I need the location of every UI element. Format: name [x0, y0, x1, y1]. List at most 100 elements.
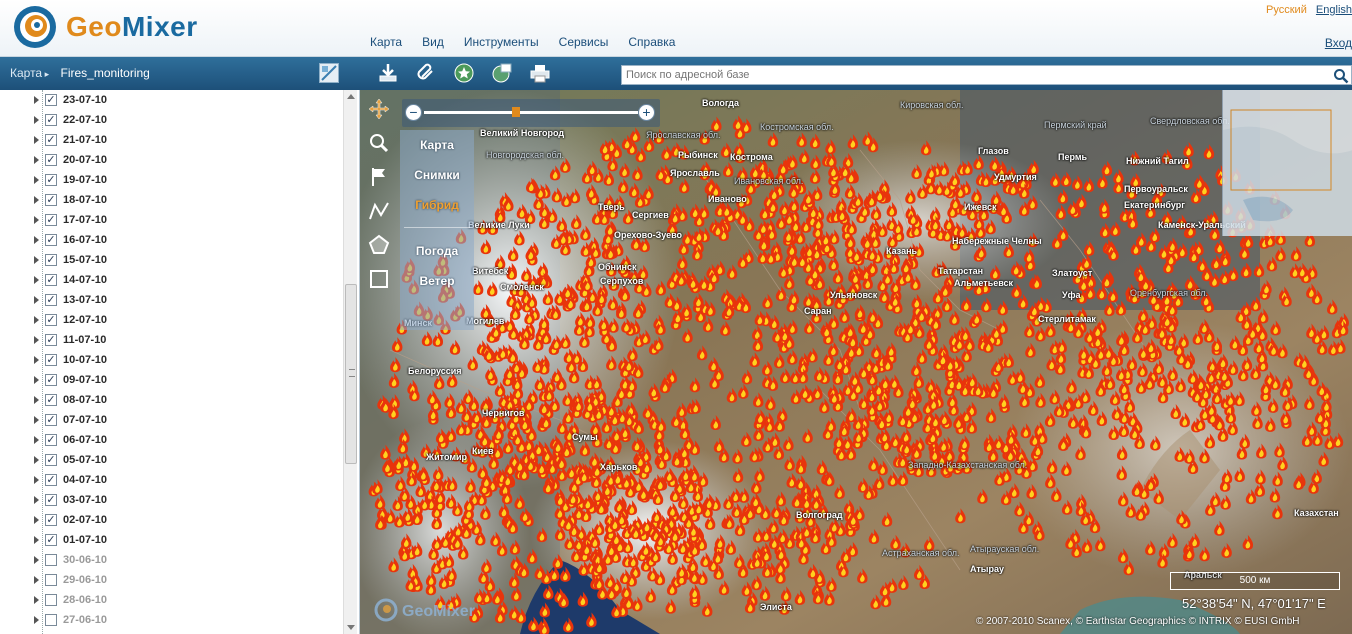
fire-icon[interactable]: [472, 280, 484, 295]
fire-icon[interactable]: [1253, 262, 1265, 278]
fire-icon[interactable]: [551, 367, 563, 383]
fire-icon[interactable]: [1220, 494, 1231, 510]
layer-checkbox[interactable]: [45, 554, 57, 566]
fire-icon[interactable]: [585, 184, 597, 199]
fire-icon[interactable]: [826, 576, 837, 592]
fire-icon[interactable]: [591, 374, 602, 390]
fire-icon[interactable]: [1304, 395, 1315, 410]
lang-english[interactable]: English: [1316, 4, 1352, 16]
fire-icon[interactable]: [676, 402, 687, 418]
fire-icon[interactable]: [374, 494, 386, 510]
marker-icon[interactable]: [366, 164, 392, 190]
fire-icon[interactable]: [786, 472, 797, 488]
fire-icon[interactable]: [421, 331, 433, 347]
fire-icon[interactable]: [400, 533, 412, 549]
fire-icon[interactable]: [1066, 378, 1077, 394]
fire-icon[interactable]: [1187, 369, 1199, 385]
overview-map[interactable]: [1222, 90, 1352, 236]
expand-arrow-icon[interactable]: [34, 256, 39, 264]
fire-icon[interactable]: [698, 204, 710, 219]
fire-icon[interactable]: [949, 310, 960, 326]
fire-icon[interactable]: [608, 317, 619, 333]
fire-icon[interactable]: [1023, 248, 1035, 263]
fire-icon[interactable]: [551, 335, 562, 350]
fire-icon[interactable]: [1189, 532, 1200, 548]
fire-icon[interactable]: [842, 153, 854, 168]
layer-item[interactable]: ✓ 19-07-10: [34, 170, 107, 190]
fire-icon[interactable]: [885, 342, 897, 358]
fire-icon[interactable]: [533, 440, 544, 456]
fire-icon[interactable]: [603, 170, 615, 186]
rectangle-icon[interactable]: [366, 266, 392, 292]
fire-icon[interactable]: [1183, 141, 1194, 157]
fire-icon[interactable]: [1177, 242, 1188, 258]
expand-arrow-icon[interactable]: [34, 396, 39, 404]
fire-icon[interactable]: [824, 590, 835, 606]
fire-icon[interactable]: [1010, 260, 1022, 276]
fire-icon[interactable]: [604, 573, 616, 589]
fire-icon[interactable]: [873, 474, 885, 490]
fire-icon[interactable]: [1277, 343, 1288, 359]
fire-icon[interactable]: [1221, 468, 1233, 484]
layer-checkbox[interactable]: ✓: [45, 194, 57, 206]
fire-icon[interactable]: [1099, 222, 1111, 238]
fire-icon[interactable]: [455, 420, 467, 436]
fire-icon[interactable]: [1175, 377, 1186, 393]
fire-icon[interactable]: [1051, 486, 1062, 502]
fire-icon[interactable]: [514, 494, 525, 510]
fire-icon[interactable]: [847, 134, 859, 150]
fire-icon[interactable]: [1118, 422, 1130, 437]
fire-icon[interactable]: [539, 602, 551, 618]
fire-icon[interactable]: [1031, 274, 1042, 290]
fire-icon[interactable]: [643, 184, 654, 200]
fire-icon[interactable]: [738, 383, 749, 399]
fire-icon[interactable]: [759, 585, 771, 601]
fire-icon[interactable]: [849, 371, 861, 387]
fire-icon[interactable]: [391, 337, 403, 353]
expand-arrow-icon[interactable]: [34, 156, 39, 164]
fire-icon[interactable]: [710, 415, 721, 430]
fire-icon[interactable]: [1210, 254, 1222, 270]
fire-icon[interactable]: [767, 132, 779, 148]
fire-icon[interactable]: [394, 512, 405, 528]
fire-icon[interactable]: [828, 518, 840, 533]
fire-icon[interactable]: [677, 539, 689, 555]
fire-icon[interactable]: [390, 357, 401, 373]
fire-icon[interactable]: [632, 165, 643, 181]
fire-icon[interactable]: [693, 292, 704, 308]
fire-icon[interactable]: [445, 493, 457, 509]
lang-russian[interactable]: Русский: [1266, 4, 1307, 16]
fire-icon[interactable]: [626, 376, 638, 392]
fire-icon[interactable]: [734, 553, 745, 569]
fire-icon[interactable]: [758, 219, 769, 235]
expand-arrow-icon[interactable]: [34, 216, 39, 224]
fire-icon[interactable]: [1083, 177, 1095, 193]
layer-item[interactable]: 27-06-10: [34, 610, 107, 630]
layer-checkbox[interactable]: ✓: [45, 494, 57, 506]
fire-icon[interactable]: [1026, 483, 1037, 499]
fire-icon[interactable]: [551, 187, 563, 203]
expand-arrow-icon[interactable]: [34, 556, 39, 564]
fire-icon[interactable]: [575, 311, 586, 327]
fire-icon[interactable]: [435, 428, 447, 444]
favorites-icon[interactable]: [452, 61, 476, 85]
fire-icon[interactable]: [868, 456, 879, 472]
layer-item[interactable]: 30-06-10: [34, 550, 107, 570]
fire-icon[interactable]: [749, 447, 760, 463]
fire-icon[interactable]: [867, 308, 878, 324]
layer-item[interactable]: ✓ 03-07-10: [34, 490, 107, 510]
fire-icon[interactable]: [388, 557, 399, 573]
fire-icon[interactable]: [619, 569, 631, 584]
fire-icon[interactable]: [784, 455, 795, 471]
fire-icon[interactable]: [938, 437, 949, 453]
fire-icon[interactable]: [812, 384, 823, 400]
fire-icon[interactable]: [497, 344, 509, 360]
fire-icon[interactable]: [998, 393, 1010, 409]
fire-icon[interactable]: [388, 372, 400, 388]
fire-icon[interactable]: [1318, 451, 1329, 467]
layer-item[interactable]: ✓ 21-07-10: [34, 130, 107, 150]
fire-icon[interactable]: [640, 329, 651, 345]
fire-icon[interactable]: [985, 219, 996, 235]
layer-item[interactable]: ✓ 18-07-10: [34, 190, 107, 210]
fire-icon[interactable]: [1257, 308, 1269, 324]
